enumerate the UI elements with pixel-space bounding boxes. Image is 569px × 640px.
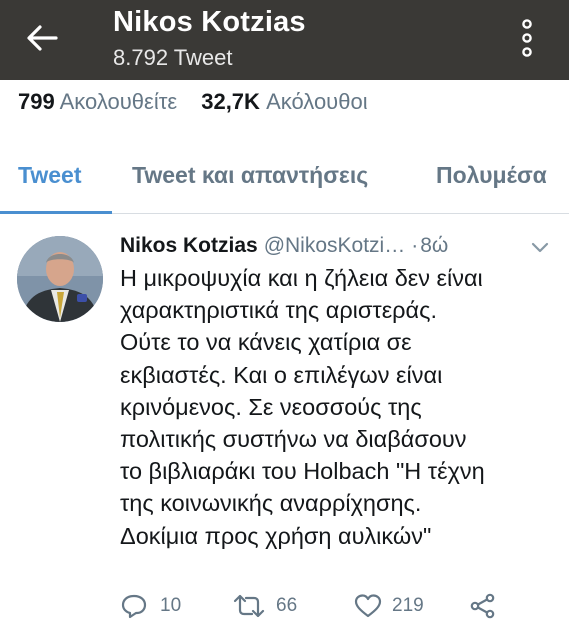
tweet-author-handle[interactable]: @NikosKotzi… xyxy=(264,234,406,257)
tab-tweets-and-replies[interactable]: Tweet και απαντήσεις xyxy=(132,162,368,189)
tweet-text-line: Δοκίμια προς χρήση αυλικών" xyxy=(120,522,432,549)
profile-tabs: Tweet Tweet και απαντήσεις Πολυμέσα xyxy=(0,148,569,214)
avatar[interactable] xyxy=(17,236,103,322)
chevron-down-icon xyxy=(531,242,549,253)
share-button[interactable] xyxy=(469,591,497,621)
tweet-author-name[interactable]: Nikos Kotzias xyxy=(120,234,258,257)
tab-tweets[interactable]: Tweet xyxy=(18,162,81,189)
tweet-header: Nikos Kotzias @NikosKotzi… ·8ώ xyxy=(120,234,448,258)
profile-stats: 799 Ακολουθείτε 32,7K Ακόλουθοι xyxy=(18,89,368,115)
retweet-icon xyxy=(233,594,265,618)
arrow-left-icon xyxy=(27,25,58,51)
followers-label: Ακόλουθοι xyxy=(266,89,368,114)
following-count: 799 xyxy=(18,89,55,114)
tweet-text-line: της κοινωνικής αναρρίχησης. xyxy=(120,490,422,517)
tweet-card[interactable]: Nikos Kotzias @NikosKotzi… ·8ώ Η μικροψυχί… xyxy=(0,215,569,640)
profile-photo xyxy=(17,236,103,322)
tweet-separator: · xyxy=(411,234,419,257)
more-vertical-icon xyxy=(522,19,532,57)
tweet-text-line: κρινόμενος. Σε νεοσσούς της xyxy=(120,393,422,420)
tweet-text-line: χαρακτηριστικά της αριστεράς. xyxy=(120,297,437,324)
profile-title: Nikos Kotzias xyxy=(113,6,306,38)
tweet-timestamp: 8ώ xyxy=(420,234,449,257)
back-button[interactable] xyxy=(22,20,62,56)
retweet-button[interactable]: 66 xyxy=(232,591,312,621)
following-stat[interactable]: 799 Ακολουθείτε xyxy=(18,89,177,115)
heart-icon xyxy=(354,594,382,618)
reply-count: 10 xyxy=(160,595,182,616)
followers-stat[interactable]: 32,7K Ακόλουθοι xyxy=(201,89,367,115)
more-options-button[interactable] xyxy=(513,16,541,60)
tweet-text-line: πολιτικής συστήνω να διαβάσουν xyxy=(120,426,467,453)
reply-icon xyxy=(121,594,147,619)
reply-button[interactable]: 10 xyxy=(120,591,190,621)
like-count: 219 xyxy=(392,595,424,616)
followers-count: 32,7K xyxy=(201,89,260,114)
tweet-text-line: Η μικροψυχία και η ζήλεια δεν είναι xyxy=(120,265,483,291)
tweet-text-line: Ούτε το να κάνεις χατίρια σε xyxy=(120,329,412,356)
tweet-text-line: εκβιαστές. Και ο επιλέγων είναι xyxy=(120,361,443,388)
tweet-text: Η μικροψυχία και η ζήλεια δεν είναι χαρα… xyxy=(120,262,560,552)
share-icon xyxy=(470,593,495,619)
tweet-menu-button[interactable] xyxy=(531,240,549,254)
active-tab-indicator xyxy=(0,211,112,214)
tab-media[interactable]: Πολυμέσα xyxy=(436,162,547,189)
following-label: Ακολουθείτε xyxy=(59,89,178,114)
tweet-count: 8.792 Tweet xyxy=(113,45,233,70)
tweet-text-line: το βιβλιαράκι του Holbach "Η τέχνη xyxy=(120,458,485,485)
like-button[interactable]: 219 xyxy=(354,591,434,621)
tweet-actions: 10 66 219 xyxy=(0,591,569,621)
app-bar: Nikos Kotzias 8.792 Tweet xyxy=(0,0,569,80)
retweet-count: 66 xyxy=(276,595,298,616)
